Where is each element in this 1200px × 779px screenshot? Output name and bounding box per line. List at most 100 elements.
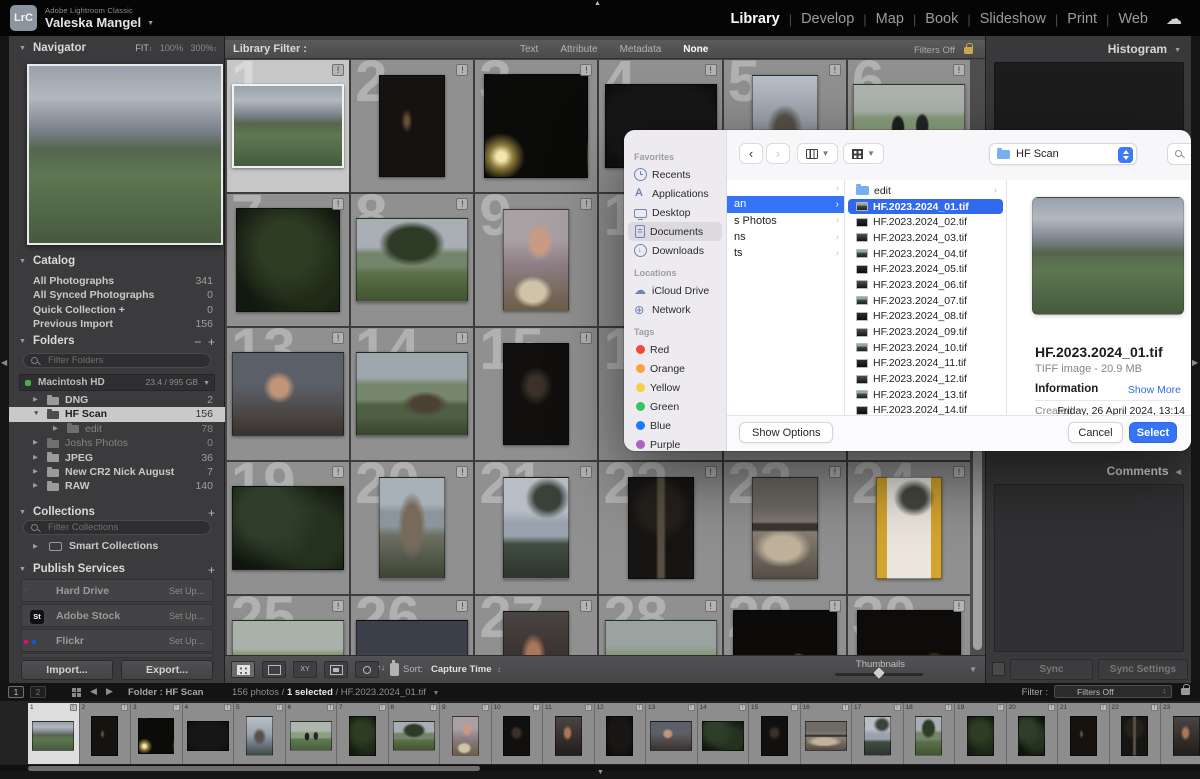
file-row[interactable]: HF.2023.2024_09.tif [848,324,1003,340]
dialog-sidebar-item-network[interactable]: Network [628,300,722,319]
module-slideshow[interactable]: Slideshow [980,11,1046,27]
disclosure-triangle-icon[interactable]: ▶ [53,422,58,436]
metadata-badge-icon[interactable]: ! [997,704,1004,711]
second-window-button[interactable]: 2 [30,686,46,698]
metadata-badge-icon[interactable]: ! [842,704,849,711]
top-panel-collapse-icon[interactable]: ▲ [594,0,601,7]
back-button[interactable]: ‹ [739,143,763,164]
grid-cell[interactable]: 20! [351,462,473,594]
metadata-badge-icon[interactable]: ! [456,198,468,210]
metadata-badge-icon[interactable]: ! [953,600,965,612]
metadata-badge-icon[interactable]: ! [1100,704,1107,711]
metadata-badge-icon[interactable]: ! [705,64,717,76]
metadata-badge-icon[interactable]: ! [332,332,344,344]
metadata-badge-icon[interactable]: ! [332,466,344,478]
metadata-badge-icon[interactable]: ! [688,704,695,711]
file-row[interactable]: HF.2023.2024_06.tif [848,277,1003,293]
main-window-button[interactable]: 1 [8,686,24,698]
metadata-badge-icon[interactable]: ! [482,704,489,711]
catalog-header[interactable]: ▼Catalog [9,255,225,272]
publish-setup-link[interactable]: Set Up... [169,611,204,621]
show-more-link[interactable]: Show More [1128,384,1181,396]
filmstrip-cell[interactable]: 8! [389,703,441,764]
grid-cell[interactable]: 22! [599,462,721,594]
metadata-badge-icon[interactable]: ! [829,600,841,612]
navigator-zoom-controls[interactable]: FIT↕ 100% 300%↕ [135,43,217,53]
disclosure-triangle-icon[interactable]: ▶ [33,436,38,450]
metadata-badge-icon[interactable]: ! [173,704,180,711]
folder-column-row[interactable]: ns› [727,229,844,245]
dialog-sidebar-tag-blue[interactable]: Blue [628,416,722,435]
group-view-button[interactable]: ▼ [843,143,884,164]
metadata-badge-icon[interactable]: ! [430,704,437,711]
filmstrip-cell[interactable]: 16! [801,703,853,764]
metadata-badge-icon[interactable]: ! [327,704,334,711]
filmstrip-cell[interactable]: 12! [595,703,647,764]
folder-row[interactable]: ▶DNG2 [9,393,225,407]
file-row[interactable]: HF.2023.2024_11.tif [848,356,1003,372]
publish-add-button[interactable]: + [208,563,215,577]
thumbnail-size-slider[interactable] [835,673,923,676]
folders-header[interactable]: ▼Folders − + [9,335,225,352]
dialog-sidebar-tag-yellow[interactable]: Yellow [628,378,722,397]
folder-row[interactable]: ▶Joshs Photos0 [9,436,225,450]
metadata-badge-icon[interactable]: ! [739,704,746,711]
right-panel-collapse-strip[interactable]: ▶ [1191,36,1200,683]
file-row[interactable]: HF.2023.2024_12.tif [848,371,1003,387]
publish-setup-link[interactable]: Set Up... [169,636,204,646]
status-folder[interactable]: Folder : HF Scan [128,687,203,698]
metadata-badge-icon[interactable]: ! [636,704,643,711]
catalog-item[interactable]: All Synced Photographs0 [9,288,225,302]
filter-option-none[interactable]: None [683,44,708,55]
filter-option-attribute[interactable]: Attribute [560,44,597,55]
folders-filter-input[interactable]: Filter Folders [23,353,211,368]
catalog-item[interactable]: Quick Collection +0 [9,303,225,317]
compare-view-button[interactable]: XY [293,661,317,678]
sort-direction-icon[interactable]: ↑↓ [377,663,385,672]
module-web[interactable]: Web [1118,11,1148,27]
grid-cell[interactable]: 21! [475,462,597,594]
metadata-badge-icon[interactable]: ! [456,600,468,612]
publish-setup-link[interactable]: Set Up... [169,586,204,596]
folder-column-row[interactable]: ts› [727,245,844,261]
folder-column-row[interactable]: an› [727,196,844,212]
grid-cell[interactable]: 15! [475,328,597,460]
folder-row[interactable]: ▶New CR2 Nick August7 [9,465,225,479]
metadata-badge-icon[interactable]: ! [276,704,283,711]
filmstrip-cell[interactable]: 10! [492,703,544,764]
metadata-badge-icon[interactable]: ! [791,704,798,711]
publish-services-header[interactable]: ▼Publish Services + [9,563,225,580]
metadata-badge-icon[interactable]: ! [829,466,841,478]
grid-cell[interactable]: 19! [227,462,349,594]
file-row-folder[interactable]: edit› [848,183,1003,199]
file-row[interactable]: HF.2023.2024_14.tif [848,403,1003,415]
folder-column-row[interactable]: › [727,180,844,196]
module-print[interactable]: Print [1067,11,1097,27]
module-map[interactable]: Map [876,11,904,27]
dialog-sidebar-item-icloud-drive[interactable]: iCloud Drive [628,281,722,300]
forward-button[interactable]: › [766,143,790,164]
navigator-preview[interactable] [27,64,223,245]
metadata-badge-icon[interactable]: ! [1151,704,1158,711]
metadata-badge-icon[interactable]: ! [456,64,468,76]
grid-cell[interactable]: 25! [227,596,349,655]
identity-plate[interactable]: Valeska Mangel▼ [45,15,154,30]
publish-service-row[interactable] [21,653,213,658]
metadata-badge-icon[interactable]: ! [332,64,344,76]
metadata-badge-icon[interactable]: ! [70,704,77,711]
filmstrip-cell[interactable]: 7! [337,703,389,764]
metadata-badge-icon[interactable]: ! [1048,704,1055,711]
painter-tool-icon[interactable] [390,663,399,676]
filter-dropdown[interactable]: Filters Off↕ [1054,685,1172,698]
show-options-button[interactable]: Show Options [739,422,833,443]
folder-column-row[interactable]: s Photos› [727,213,844,229]
metadata-badge-icon[interactable]: ! [332,600,344,612]
grid-cell[interactable]: 26! [351,596,473,655]
metadata-badge-icon[interactable]: ! [580,600,592,612]
dialog-sidebar-tag-red[interactable]: Red [628,340,722,359]
grid-cell[interactable]: 29! [724,596,846,655]
metadata-badge-icon[interactable]: ! [705,466,717,478]
metadata-badge-icon[interactable]: ! [121,704,128,711]
folder-row[interactable]: ▶JPEG36 [9,451,225,465]
filters-status[interactable]: Filters Off [914,45,955,56]
